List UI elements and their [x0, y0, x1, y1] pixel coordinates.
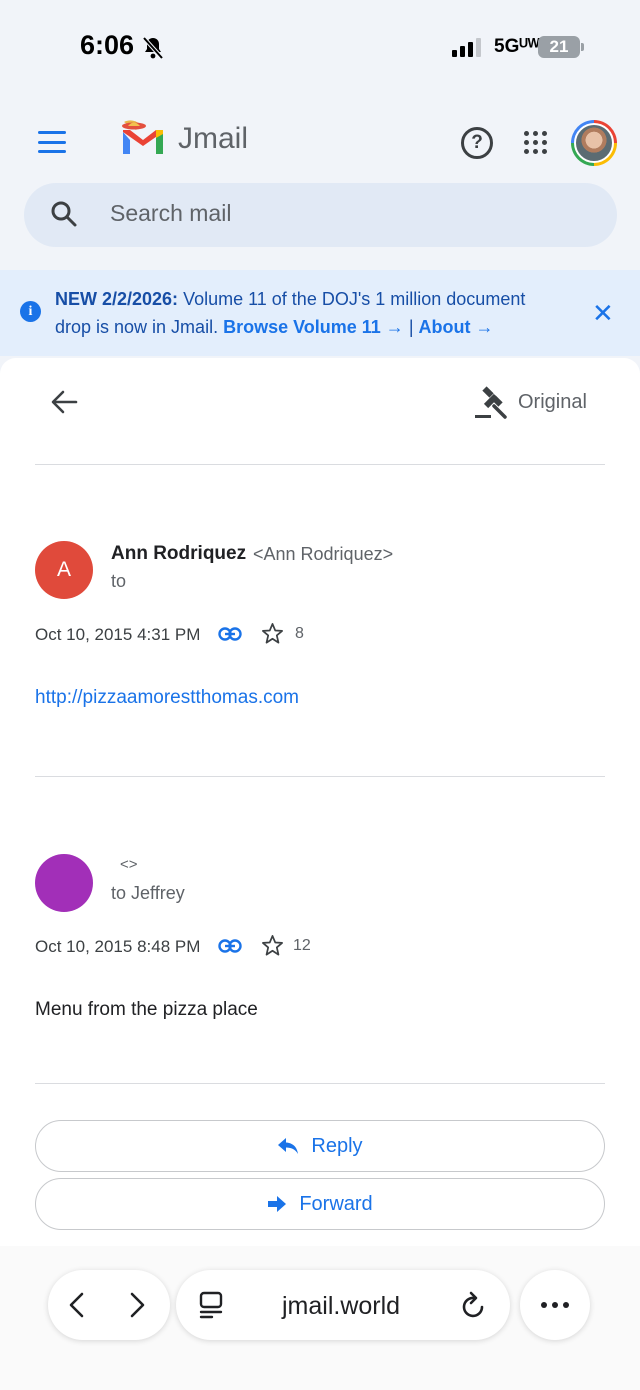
sender-email: <Ann Rodriquez> — [253, 544, 394, 564]
more-options-icon[interactable] — [520, 1270, 590, 1340]
message-body-link[interactable]: http://pizzaamorestthomas.com — [35, 687, 299, 709]
message-body-text: Menu from the pizza place — [35, 999, 258, 1020]
message-date: Oct 10, 2015 4:31 PM — [35, 625, 201, 644]
star-icon[interactable] — [261, 934, 284, 957]
reload-icon[interactable] — [460, 1290, 488, 1320]
search-icon — [51, 201, 77, 227]
url-text[interactable]: jmail.world — [282, 1292, 400, 1321]
battery-tip — [581, 43, 584, 51]
divider — [35, 776, 605, 777]
sender-name: Ann Rodriquez — [111, 543, 247, 564]
star-count: 8 — [295, 625, 304, 642]
info-icon: i — [20, 301, 41, 322]
app-brand-title: Jmail — [178, 122, 249, 155]
status-time: 6:06 — [80, 30, 135, 60]
link-icon[interactable] — [218, 626, 242, 642]
banner-text: NEW 2/2/2026: Volume 11 of the DOJ's 1 m… — [55, 285, 565, 341]
account-avatar[interactable] — [571, 120, 617, 166]
back-arrow-icon[interactable] — [50, 388, 78, 416]
sender-email: <> — [120, 856, 138, 873]
battery-indicator: 21 — [538, 36, 580, 58]
forward-button[interactable]: Forward — [35, 1178, 605, 1230]
apps-grid-icon[interactable] — [524, 131, 547, 154]
star-icon[interactable] — [261, 622, 284, 645]
reply-label: Reply — [311, 1134, 363, 1157]
sender-avatar: A — [35, 541, 93, 599]
help-icon[interactable]: ? — [461, 127, 493, 159]
bell-off-icon — [142, 36, 164, 60]
reply-icon — [278, 1138, 299, 1154]
close-banner-icon[interactable]: ✕ — [592, 300, 614, 326]
recipient-line: to Jeffrey — [111, 883, 185, 903]
link-icon[interactable] — [218, 938, 242, 954]
forward-icon — [268, 1196, 287, 1212]
original-label[interactable]: Original — [518, 391, 587, 414]
browser-forward-icon[interactable] — [126, 1291, 148, 1319]
divider — [35, 464, 605, 465]
tabs-icon[interactable] — [198, 1291, 224, 1319]
search-placeholder[interactable]: Search mail — [110, 200, 231, 227]
reply-button[interactable]: Reply — [35, 1120, 605, 1172]
banner-separator: | — [403, 317, 419, 337]
divider — [35, 1083, 605, 1084]
email-thread-card — [0, 358, 640, 1246]
browser-back-icon[interactable] — [66, 1291, 88, 1319]
message-date: Oct 10, 2015 8:48 PM — [35, 937, 201, 956]
star-count: 12 — [293, 937, 311, 954]
network-type: 5Gᵁᵂ — [494, 36, 540, 57]
browse-volume-link[interactable]: Browse Volume 11 → — [223, 317, 404, 337]
sender-avatar — [35, 854, 93, 912]
gavel-icon[interactable] — [474, 386, 508, 420]
forward-label: Forward — [299, 1192, 373, 1215]
about-link[interactable]: About → — [419, 317, 494, 337]
signal-strength-icon — [452, 38, 481, 57]
jmail-logo-icon — [122, 120, 163, 154]
recipient-line: to — [111, 571, 127, 591]
menu-icon[interactable] — [38, 131, 66, 153]
banner-date-label: NEW 2/2/2026: — [55, 289, 179, 309]
